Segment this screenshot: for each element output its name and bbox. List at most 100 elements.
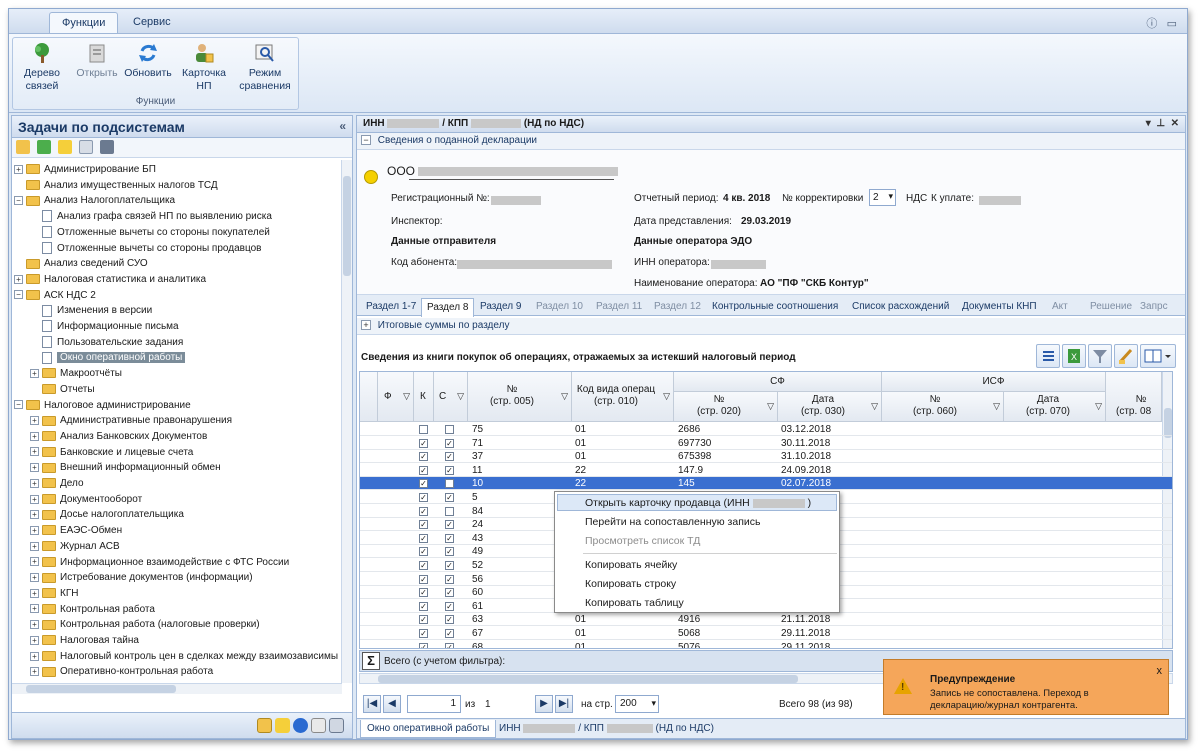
tab-functions[interactable]: Функции [49,12,119,33]
tree-item[interactable]: Пользовательские задания [30,335,183,350]
favorites-icon[interactable] [275,718,290,733]
filter-icon[interactable]: ▽ [403,391,410,402]
tree-item[interactable]: + Налоговая тайна [30,633,139,648]
compare-mode-button[interactable]: Режим сравнения [233,42,297,93]
tree-item[interactable]: Анализ имущественных налогов ТСД [14,178,218,193]
section-tab[interactable]: Акт [1047,298,1073,317]
expand-icon[interactable]: + [14,274,23,284]
scroll-thumb[interactable] [378,675,798,683]
tree-item[interactable]: Изменения в версии [30,303,152,318]
k-checkbox[interactable]: ✓ [419,615,428,625]
section-tab[interactable]: Раздел 8 [421,298,475,317]
c-checkbox[interactable] [445,506,454,516]
k-checkbox[interactable]: ✓ [419,547,428,557]
c-checkbox[interactable] [445,425,454,434]
toast-close-button[interactable]: x [1157,665,1163,677]
help-icon[interactable]: ⓘ [1146,18,1157,30]
first-page-button[interactable]: |◀ [363,695,381,713]
expand-icon[interactable]: + [30,431,39,441]
c-checkbox[interactable]: ✓ [445,601,454,611]
open-button[interactable]: Открыть [70,42,124,80]
expand-icon[interactable]: + [30,541,39,551]
help-icon[interactable] [293,718,308,733]
c-checkbox[interactable]: ✓ [445,547,454,557]
tree-item[interactable]: + Макроотчёты [30,366,122,381]
taxpayer-card-button[interactable]: Карточка НП [177,42,231,93]
col-sf-num-header[interactable]: № (стр. 020) ▽ [674,392,778,422]
col-sf-date-header[interactable]: Дата (стр. 030) ▽ [778,392,882,422]
c-checkbox[interactable]: ✓ [445,465,454,475]
col-f-header[interactable]: Ф ▽ [378,372,414,422]
c-checkbox[interactable]: ✓ [445,452,454,462]
expand-icon[interactable]: + [30,494,39,504]
filter-icon[interactable]: ▽ [993,401,1000,412]
c-checkbox[interactable]: ✓ [445,574,454,584]
table-row[interactable]: ✓ ✓ 68 01 5076 29.11.2018 [360,641,1172,648]
tree-item[interactable]: + Дело [30,476,84,491]
tree-vertical-scrollbar[interactable] [341,160,352,683]
totals-section-bar[interactable]: + Итоговые суммы по разделу [357,318,1185,335]
sum-icon[interactable]: Σ [362,652,380,670]
expand-icon[interactable]: + [30,368,39,378]
k-checkbox[interactable]: ✓ [419,642,428,648]
expand-icon[interactable]: + [30,525,39,535]
c-checkbox[interactable]: ✓ [445,561,454,570]
expand-icon[interactable]: + [30,588,39,598]
c-checkbox[interactable]: ✓ [445,615,454,625]
last-page-button[interactable]: ▶| [555,695,573,713]
c-checkbox[interactable]: ✓ [445,533,454,543]
tree-item[interactable]: Отложенные вычеты со стороны продавцов [30,241,261,256]
c-checkbox[interactable]: ✓ [445,493,454,502]
tab-operational-window[interactable]: Окно оперативной работы [360,720,497,738]
section-tab[interactable]: Запрс [1135,298,1173,317]
section-tab[interactable]: Раздел 10 [531,298,588,317]
tree-item[interactable]: − Налоговое администрирование [14,398,191,413]
col-k-header[interactable]: К [414,372,434,422]
menu-copy-row[interactable]: Копировать строку [585,578,676,590]
filter-icon[interactable]: ▽ [1095,401,1102,412]
c-checkbox[interactable]: ✓ [445,588,454,598]
collapse-icon[interactable]: − [14,290,23,300]
tree-item[interactable]: + Информационное взаимодействие с ФТС Рос… [30,555,289,570]
col-isf-num-header[interactable]: № (стр. 060) ▽ [882,392,1004,422]
tree-item[interactable]: + Истребование документов (информации) [30,570,253,585]
table-row[interactable]: ✓ 10 22 145 02.07.2018 [360,477,1172,491]
c-checkbox[interactable]: ✓ [445,629,454,638]
copy-icon[interactable] [100,140,115,154]
tree-item[interactable]: + Журнал АСВ [30,539,120,554]
tree-item[interactable]: + Администрирование БП [14,162,156,177]
section-tab[interactable]: Раздел 9 [475,298,526,317]
tree-item[interactable]: + Внешний информационный обмен [30,460,221,475]
k-checkbox[interactable]: ✓ [419,465,428,475]
expand-icon[interactable]: + [30,620,39,630]
c-checkbox[interactable]: ✓ [445,642,454,648]
tree-item[interactable]: Информационные письма [30,319,179,334]
table-row[interactable]: 75 01 2686 03.12.2018 [360,423,1172,436]
c-checkbox[interactable]: ✓ [445,520,454,530]
section-tab[interactable]: Документы КНП [957,298,1042,317]
table-row[interactable]: ✓ ✓ 63 01 4916 21.11.2018 [360,613,1172,627]
table-row[interactable]: ✓ ✓ 67 01 5068 29.11.2018 [360,627,1172,640]
expand-icon[interactable]: + [361,320,371,331]
prev-page-button[interactable]: ◀ [383,695,401,713]
correction-select[interactable]: 2 ▾ [869,189,896,206]
next-page-button[interactable]: ▶ [535,695,553,713]
tree-item[interactable]: Отчеты [30,382,95,397]
expand-icon[interactable]: + [30,557,39,567]
c-checkbox[interactable]: ✓ [445,438,454,448]
menu-copy-cell[interactable]: Копировать ячейку [585,559,677,571]
table-row[interactable]: ✓ ✓ 11 22 147.9 24.09.2018 [360,464,1172,477]
section-tab[interactable]: Раздел 1-7 [361,298,421,317]
filter-icon[interactable] [1088,344,1112,368]
open-folder-icon[interactable] [16,140,30,154]
page-input[interactable]: 1 [407,695,461,713]
k-checkbox[interactable]: ✓ [419,561,428,570]
tree-item[interactable]: − АСК НДС 2 [14,288,96,303]
expand-icon[interactable]: + [14,164,23,174]
collapse-icon[interactable]: − [14,400,23,410]
expand-icon[interactable]: + [30,447,39,457]
filter-icon[interactable]: ▽ [663,391,670,402]
tree-item[interactable]: + Налоговая статистика и аналитика [14,272,206,287]
collapse-panel-icon[interactable]: « [339,119,346,133]
k-checkbox[interactable]: ✓ [419,533,428,543]
